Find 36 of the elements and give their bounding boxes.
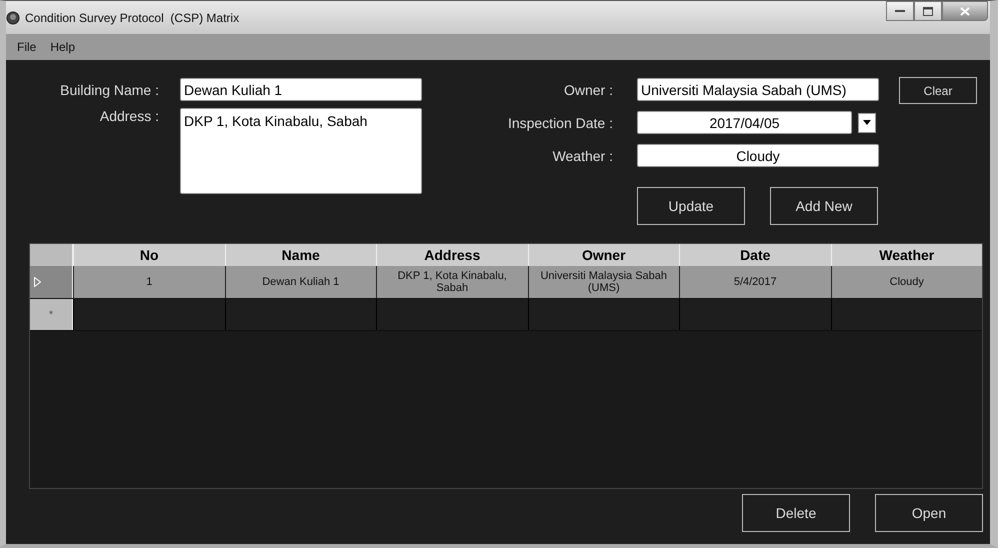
close-icon	[960, 6, 970, 16]
building-name-field[interactable]: Dewan Kuliah 1	[180, 78, 422, 101]
close-button[interactable]	[942, 1, 988, 21]
field-label: Weather :	[552, 148, 614, 164]
field-label: Building Name :	[59, 82, 160, 98]
table-cell: Dewan Kuliah 1	[224, 266, 376, 298]
caret-icon	[863, 120, 871, 125]
window-title: Condition Survey Protocol (CSP) Matrix	[25, 10, 240, 24]
minimize-button[interactable]	[886, 1, 914, 21]
weather-field[interactable]: Cloudy	[637, 144, 879, 167]
date-field[interactable]: 2017/04/05	[637, 111, 852, 134]
update-button[interactable]: Update	[637, 187, 745, 225]
field-label: Owner :	[562, 82, 614, 98]
clear-button[interactable]: Clear	[899, 77, 977, 104]
dropdown-button[interactable]	[858, 112, 876, 132]
owner-field[interactable]: Universiti Malaysia Sabah (UMS)	[637, 78, 879, 101]
field-label: Address :	[98, 108, 160, 124]
new-row-marker: *	[48, 308, 54, 320]
table-cell: DKP 1, Kota Kinabalu, Sabah	[376, 266, 528, 298]
table-cell: 1	[73, 266, 224, 298]
table-cell: 5/4/2017	[679, 266, 830, 298]
maximize-button[interactable]	[914, 1, 942, 21]
address-field[interactable]: DKP 1, Kota Kinabalu, Sabah	[180, 108, 422, 194]
delete-button[interactable]: Delete	[742, 494, 850, 532]
menu-item[interactable]: File	[10, 40, 44, 54]
field-label: Inspection Date :	[506, 114, 614, 130]
table-cell: Cloudy	[830, 266, 982, 298]
menu-item[interactable]: Help	[43, 40, 82, 54]
minimize-icon	[895, 9, 905, 13]
maximize-icon	[923, 6, 933, 16]
table-cell: Universiti Malaysia Sabah (UMS)	[528, 266, 679, 298]
add-new-button[interactable]: Add New	[770, 187, 878, 225]
row-header[interactable]	[30, 266, 73, 298]
current-row-icon	[34, 277, 41, 287]
app-icon	[6, 10, 20, 24]
open-button[interactable]: Open	[875, 494, 983, 532]
